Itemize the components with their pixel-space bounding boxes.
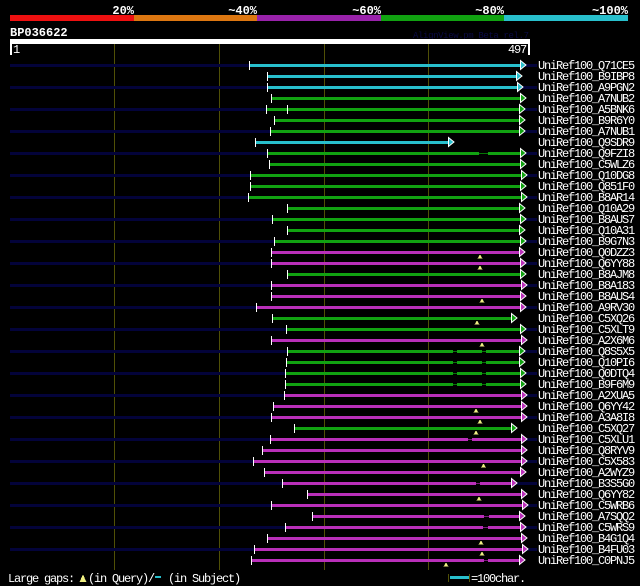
svg-text:Large gaps:: Large gaps: — [8, 572, 74, 586]
svg-text:497: 497 — [508, 43, 527, 57]
svg-text:(in Subject): (in Subject) — [168, 572, 240, 586]
svg-text:1: 1 — [13, 43, 20, 57]
svg-text:~40%: ~40% — [228, 4, 258, 18]
svg-text:BP036622: BP036622 — [10, 26, 68, 40]
svg-text:(in Query)/: (in Query)/ — [88, 572, 155, 586]
svg-text:~100%: ~100% — [592, 4, 629, 18]
svg-text:=100char.: =100char. — [471, 572, 525, 586]
svg-text:~60%: ~60% — [352, 4, 382, 18]
svg-text:20%: 20% — [112, 4, 134, 18]
svg-text:~80%: ~80% — [475, 4, 505, 18]
svg-text:UniRef100_C0PNJ5: UniRef100_C0PNJ5 — [538, 554, 635, 568]
